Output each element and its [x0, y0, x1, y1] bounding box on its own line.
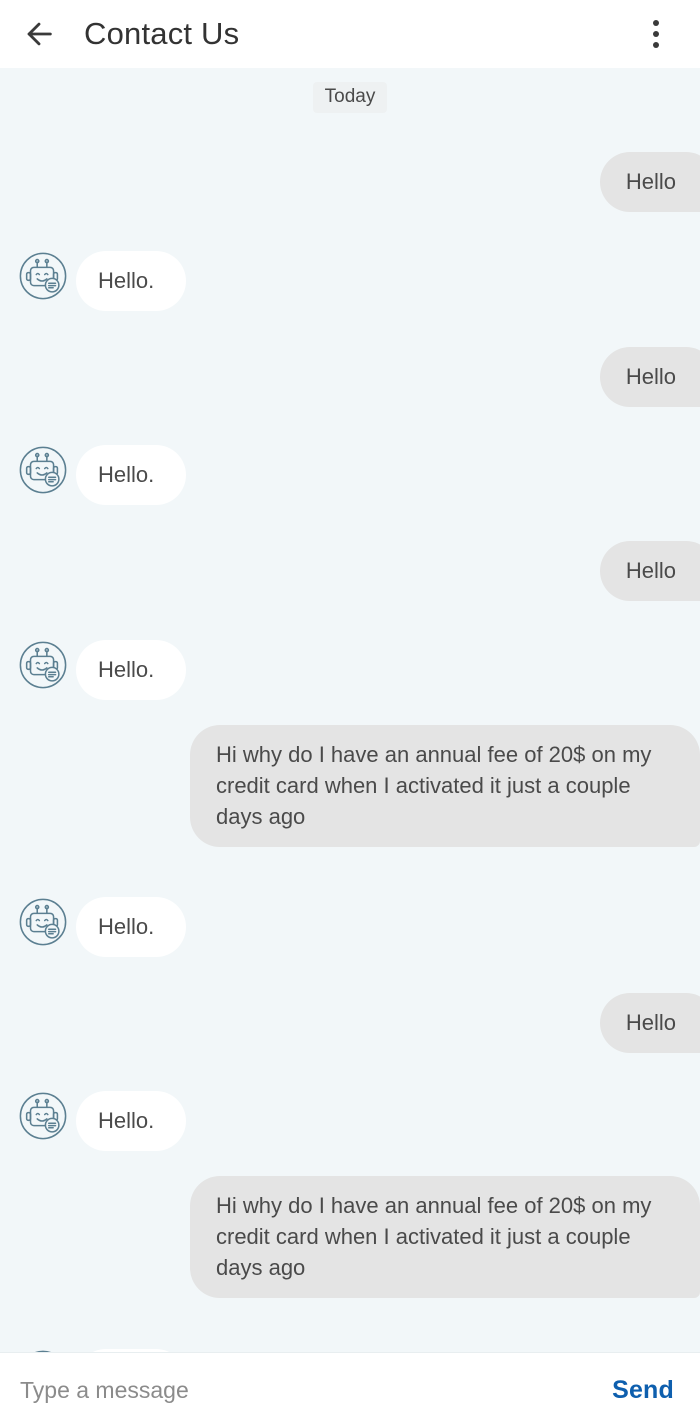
message-row-incoming: Hello. [0, 445, 700, 505]
message-bubble[interactable]: Hello [599, 541, 700, 601]
send-button[interactable]: Send [596, 1370, 676, 1411]
page-title: Contact Us [84, 16, 240, 51]
message-bubble[interactable]: Hello [599, 993, 700, 1053]
overflow-menu-icon [653, 20, 659, 48]
message-bubble[interactable]: Hello. [76, 445, 186, 505]
message-bubble[interactable]: Hello. [76, 1349, 186, 1352]
message-bubble[interactable]: Hello. [76, 1091, 186, 1151]
overflow-menu-button[interactable] [634, 10, 678, 58]
date-divider: Today [0, 82, 700, 113]
chatbot-robot-avatar-icon [18, 445, 68, 495]
chatbot-robot-avatar-icon [18, 1091, 68, 1141]
message-row-outgoing: Hello [0, 541, 700, 601]
message-bubble[interactable]: Hello [599, 347, 700, 407]
message-row-incoming: Hello. [0, 251, 700, 311]
chatbot-robot-avatar-icon [18, 1349, 68, 1352]
message-row-incoming: Hello. [0, 1349, 700, 1352]
message-bubble[interactable]: Hi why do I have an annual fee of 20$ on… [190, 1176, 700, 1298]
app-header: Contact Us [0, 0, 700, 68]
message-bubble[interactable]: Hello [599, 152, 700, 212]
back-button[interactable] [22, 12, 66, 56]
message-row-incoming: Hello. [0, 640, 700, 700]
message-row-outgoing: Hi why do I have an annual fee of 20$ on… [0, 725, 700, 847]
message-bubble[interactable]: Hello. [76, 897, 186, 957]
message-list[interactable]: Today Hello Hello. Hello Hello. Hello Hello. H… [0, 68, 700, 1352]
message-composer: Send [0, 1352, 700, 1428]
message-row-outgoing: Hello [0, 152, 700, 212]
message-row-incoming: Hello. [0, 1091, 700, 1151]
back-arrow-icon [22, 17, 56, 51]
message-row-incoming: Hello. [0, 897, 700, 957]
message-row-outgoing: Hello [0, 347, 700, 407]
message-row-outgoing: Hi why do I have an annual fee of 20$ on… [0, 1176, 700, 1298]
date-divider-label: Today [312, 82, 388, 113]
chat-screen: Contact Us Today Hello Hello. Hello Hello. H… [0, 0, 700, 1428]
message-row-outgoing: Hello [0, 993, 700, 1053]
message-bubble[interactable]: Hello. [76, 251, 186, 311]
message-input[interactable] [12, 1371, 597, 1410]
message-bubble[interactable]: Hello. [76, 640, 186, 700]
chatbot-robot-avatar-icon [18, 897, 68, 947]
chatbot-robot-avatar-icon [18, 640, 68, 690]
message-bubble[interactable]: Hi why do I have an annual fee of 20$ on… [190, 725, 700, 847]
chatbot-robot-avatar-icon [18, 251, 68, 301]
